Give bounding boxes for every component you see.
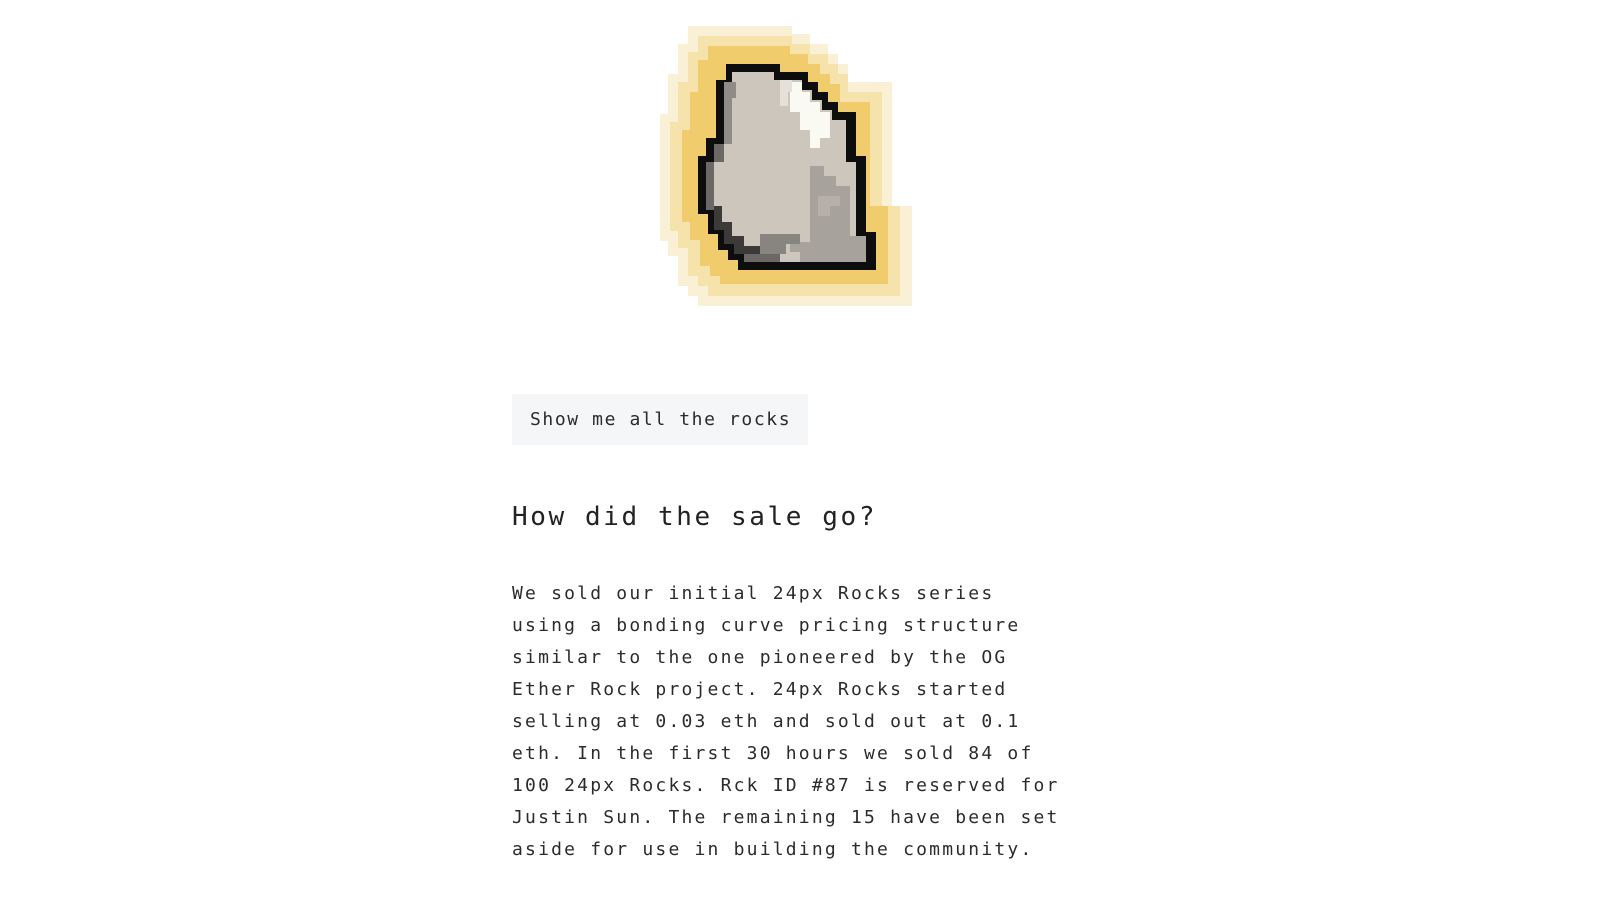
show-all-rocks-button[interactable]: Show me all the rocks: [512, 394, 809, 445]
sale-description: We sold our initial 24px Rocks series us…: [512, 583, 1060, 860]
pixel-rock-icon: [660, 26, 912, 306]
sale-heading: How did the sale go?: [512, 502, 878, 532]
page: Show me all the rocks How did the sale g…: [0, 0, 1600, 900]
main-content: Show me all the rocks How did the sale g…: [512, 394, 1092, 866]
rock-image: [660, 26, 912, 306]
